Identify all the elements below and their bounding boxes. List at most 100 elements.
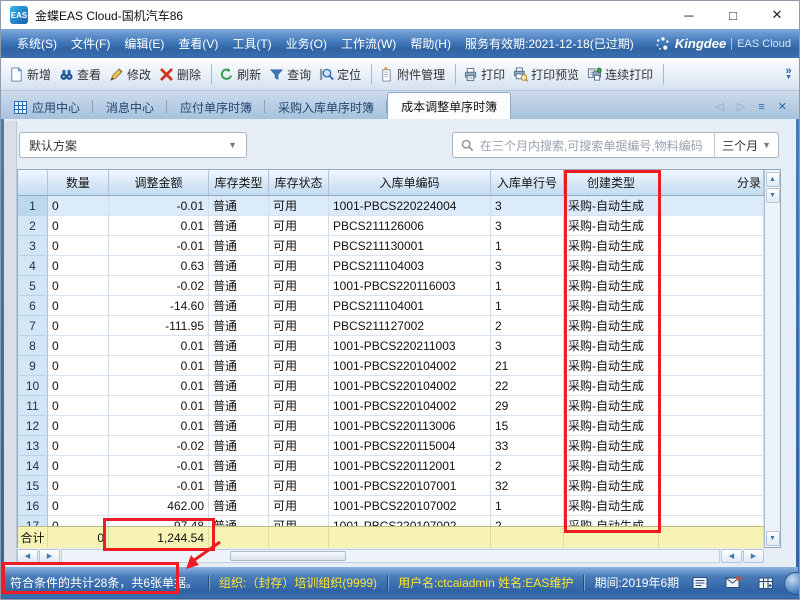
menu-item[interactable]: 文件(F)	[71, 35, 110, 52]
edit-icon	[109, 67, 124, 82]
cell-stock_status: 可用	[269, 276, 329, 296]
table-row[interactable]: 17097.48普通可用1001-PBCS2201070022采购-自动生成	[18, 516, 764, 526]
cell-create_type: 采购-自动生成	[564, 416, 659, 436]
cell-create_type: 采购-自动生成	[564, 276, 659, 296]
table-row[interactable]: 800.01普通可用1001-PBCS2202110033采购-自动生成	[18, 336, 764, 356]
table-row[interactable]: 200.01普通可用PBCS2111260063采购-自动生成	[18, 216, 764, 236]
continuous-print-button[interactable]: 连续打印	[587, 66, 653, 83]
status-separator	[387, 575, 388, 591]
column-header-create_type[interactable]: 创建类型	[564, 170, 659, 195]
minimize-button[interactable]: ─	[667, 1, 711, 29]
edit-button[interactable]: 修改	[109, 66, 151, 83]
collapsed-side-panel[interactable]	[4, 121, 17, 564]
scroll-left-button[interactable]: ◀	[17, 549, 38, 563]
maximize-button[interactable]: □	[711, 1, 755, 29]
query-button[interactable]: 查询	[269, 66, 311, 83]
tab-scroll-right-icon[interactable]: ▷	[737, 100, 745, 113]
table-row[interactable]: 1000.01普通可用1001-PBCS22010400222采购-自动生成	[18, 376, 764, 396]
cell-code: 1001-PBCS220115004	[329, 436, 491, 456]
print-button[interactable]: 打印	[463, 66, 505, 83]
toolbar-separator	[211, 64, 212, 84]
cell-create_type: 采购-自动生成	[564, 236, 659, 256]
tab-message-center[interactable]: 消息中心	[93, 95, 167, 119]
table-row[interactable]: 1100.01普通可用1001-PBCS22010400229采购-自动生成	[18, 396, 764, 416]
menu-item[interactable]: 系统(S)	[17, 35, 57, 52]
tab-scroll-left-icon[interactable]: ◁	[715, 100, 723, 113]
menu-item[interactable]: 编辑(E)	[124, 35, 164, 52]
table-row[interactable]: 130-0.02普通可用1001-PBCS22011500433采购-自动生成	[18, 436, 764, 456]
cell-stock_type: 普通	[209, 256, 269, 276]
period-text: 期间:2019年6期	[594, 574, 679, 591]
column-header-qty[interactable]: 数量	[48, 170, 109, 195]
close-button[interactable]: ✕	[755, 1, 799, 29]
tab-close-icon[interactable]: ✕	[778, 100, 787, 113]
print-preview-button[interactable]: 打印预览	[513, 66, 579, 83]
cell-entry	[659, 516, 764, 526]
tab-purchase-inbound-journal[interactable]: 采购入库单序时簿	[265, 95, 387, 119]
column-header-stock_type[interactable]: 库存类型	[209, 170, 269, 195]
delete-button[interactable]: 删除	[159, 66, 201, 83]
cell-qty: 0	[48, 516, 109, 526]
cell-line: 33	[491, 436, 564, 456]
column-header-stock_status[interactable]: 库存状态	[269, 170, 329, 195]
status-globe-icon[interactable]	[784, 572, 800, 595]
scroll-down-button[interactable]: ▼	[766, 188, 780, 203]
search-range-select[interactable]: 三个月 ▼	[714, 133, 778, 157]
table-row[interactable]: 900.01普通可用1001-PBCS22010400221采购-自动生成	[18, 356, 764, 376]
table-row[interactable]: 400.63普通可用PBCS2111040033采购-自动生成	[18, 256, 764, 276]
grid-settings-icon[interactable]	[758, 576, 774, 590]
cell-stock_status: 可用	[269, 396, 329, 416]
table-row[interactable]: 70-111.95普通可用PBCS2111270022采购-自动生成	[18, 316, 764, 336]
menu-item[interactable]: 工作流(W)	[341, 35, 396, 52]
scroll-right-button[interactable]: ▶	[39, 549, 60, 563]
tab-list-icon[interactable]: ≡	[758, 101, 764, 113]
cell-qty: 0	[48, 436, 109, 456]
column-header-entry[interactable]: 分录	[659, 170, 764, 195]
scroll-up-button[interactable]: ▲	[766, 172, 780, 187]
cell-qty: 0	[48, 236, 109, 256]
kingdee-brand: Kingdee EAS Cloud	[655, 36, 791, 51]
table-row[interactable]: 10-0.01普通可用1001-PBCS2202240043采购-自动生成	[18, 196, 764, 216]
scroll-down-button[interactable]: ▼	[766, 531, 780, 546]
scheme-select[interactable]: 默认方案 ▼	[19, 132, 247, 158]
menu-item[interactable]: 帮助(H)	[410, 35, 451, 52]
tab-cost-adjust-journal[interactable]: 成本调整单序时簿	[387, 92, 511, 119]
toolbar-more-button[interactable]: » ▼	[785, 67, 792, 81]
tab-payable-journal[interactable]: 应付单序时簿	[167, 95, 265, 119]
column-header-amount[interactable]: 调整金额	[109, 170, 209, 195]
scrollbar-thumb[interactable]	[230, 551, 346, 561]
table-row[interactable]: 50-0.02普通可用1001-PBCS2201160031采购-自动生成	[18, 276, 764, 296]
scroll-right-button[interactable]: ▶	[743, 549, 764, 563]
menu-item[interactable]: 查看(V)	[178, 35, 218, 52]
table-row[interactable]: 160462.00普通可用1001-PBCS2201070021采购-自动生成	[18, 496, 764, 516]
column-header-code[interactable]: 入库单编码	[329, 170, 491, 195]
tab-app-center[interactable]: 应用中心	[1, 95, 93, 119]
mail-icon[interactable]	[725, 576, 741, 589]
row-number-cell: 15	[18, 476, 48, 496]
search-input[interactable]: 在三个月内搜索,可搜索单据编号,物料编码	[480, 137, 714, 154]
scroll-left-button[interactable]: ◀	[721, 549, 742, 563]
locate-button[interactable]: 定位	[319, 66, 361, 83]
table-row[interactable]: 1200.01普通可用1001-PBCS22011300615采购-自动生成	[18, 416, 764, 436]
chevron-down-icon: ▼	[228, 140, 237, 150]
view-button[interactable]: 查看	[59, 66, 101, 83]
document-list-icon[interactable]	[692, 576, 708, 590]
table-row[interactable]: 140-0.01普通可用1001-PBCS2201120012采购-自动生成	[18, 456, 764, 476]
table-row[interactable]: 150-0.01普通可用1001-PBCS22010700132采购-自动生成	[18, 476, 764, 496]
menu-item[interactable]: 业务(O)	[286, 35, 327, 52]
table-row[interactable]: 30-0.01普通可用PBCS2111300011采购-自动生成	[18, 236, 764, 256]
refresh-button[interactable]: 刷新	[219, 66, 261, 83]
search-box[interactable]: 在三个月内搜索,可搜索单据编号,物料编码 三个月 ▼	[452, 132, 779, 158]
new-button[interactable]: 新增	[9, 66, 51, 83]
menu-item[interactable]: 工具(T)	[232, 35, 271, 52]
cell-stock_type: 普通	[209, 296, 269, 316]
scrollbar-track[interactable]	[61, 549, 720, 563]
table-row[interactable]: 60-14.60普通可用PBCS2111040011采购-自动生成	[18, 296, 764, 316]
cell-stock_status: 可用	[269, 296, 329, 316]
attachment-button[interactable]: 附件管理	[379, 66, 445, 83]
horizontal-scrollbar[interactable]: ◀ ▶ ◀ ▶	[17, 548, 781, 564]
column-header-no[interactable]	[18, 170, 48, 195]
vertical-scrollbar[interactable]: ▲ ▼ ▼	[764, 170, 780, 547]
column-header-line[interactable]: 入库单行号	[491, 170, 564, 195]
toolbar-separator	[371, 64, 372, 84]
